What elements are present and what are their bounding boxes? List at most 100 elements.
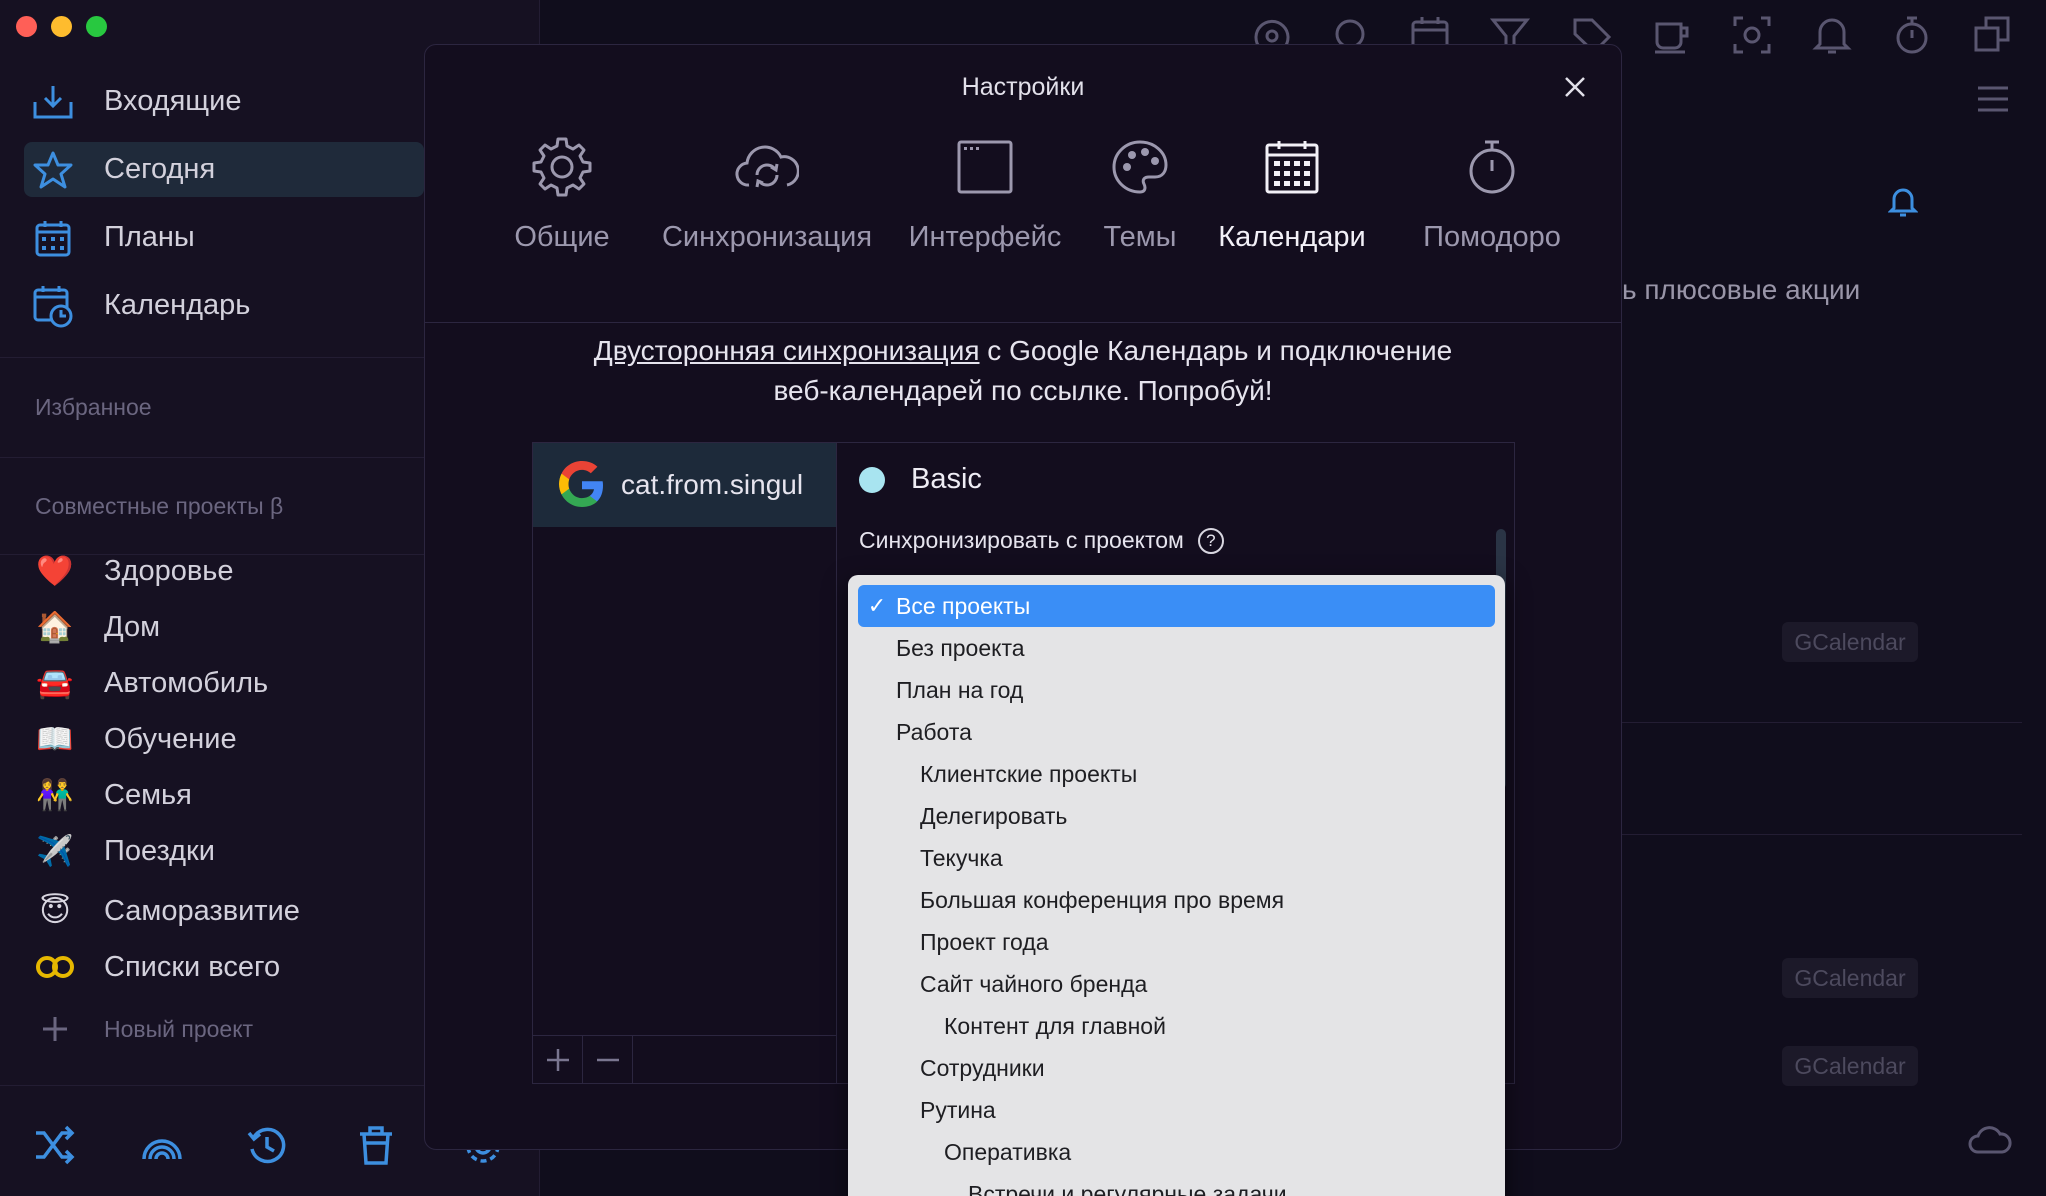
halo-face-icon: 😇 (39, 894, 71, 928)
promo-text: Двусторонняя синхронизация с Google Кале… (425, 331, 1621, 411)
tab-calendars[interactable]: Календари (1211, 127, 1373, 254)
project-dropdown-menu: ✓ Все проекты Без проекта План на год Раб… (848, 575, 1505, 1196)
dropdown-item-label: Встречи и регулярные задачи (968, 1180, 1287, 1196)
dropdown-item[interactable]: Делегировать (858, 795, 1495, 837)
shuffle-icon[interactable] (34, 1125, 76, 1165)
close-icon (1564, 76, 1586, 98)
settings-tabs: Общие Синхронизация Интерфейс Темы Кален… (425, 127, 1621, 323)
dropdown-item[interactable]: Текучка (858, 837, 1495, 879)
windows-icon[interactable] (1972, 14, 2012, 56)
checkmark-icon: ✓ (867, 593, 887, 618)
calendar-color-dot[interactable] (859, 466, 885, 493)
dropdown-item-label: Проект года (920, 928, 1049, 955)
project-label: Семья (104, 778, 192, 811)
dropdown-item-label: Оперативка (944, 1138, 1072, 1165)
calendar-row[interactable]: Basic (859, 463, 982, 496)
zoom-window-button[interactable] (86, 16, 107, 37)
promo-link[interactable]: Двусторонняя синхронизация (594, 335, 980, 366)
dropdown-item[interactable]: Контент для главной (858, 1005, 1495, 1047)
dropdown-item[interactable]: Клиентские проекты (858, 753, 1495, 795)
project-home[interactable]: 🏠 Дом (30, 602, 160, 652)
divider (1622, 722, 2022, 723)
close-window-button[interactable] (16, 16, 37, 37)
remove-account-button[interactable] (583, 1036, 633, 1084)
nav-inbox[interactable]: Входящие (24, 74, 424, 129)
nav-calendar[interactable]: Календарь (24, 278, 424, 333)
calendar-icon (1264, 127, 1320, 207)
tab-label: Помодоро (1423, 221, 1561, 253)
google-icon (557, 460, 607, 510)
minimize-window-button[interactable] (51, 16, 72, 37)
project-label: Автомобиль (104, 666, 269, 699)
sync-project-label: Синхронизировать с проектом ? (859, 527, 1224, 554)
sync-label-text: Синхронизировать с проектом (859, 527, 1184, 553)
broadcast-icon[interactable] (140, 1125, 184, 1165)
account-item[interactable]: cat.from.singul (533, 443, 836, 527)
tab-themes[interactable]: Темы (1089, 127, 1191, 254)
dropdown-item-label: Текучка (920, 844, 1003, 871)
dropdown-item-label: Делегировать (920, 802, 1068, 829)
dropdown-item[interactable]: Сайт чайного бренда (858, 963, 1495, 1005)
tab-interface[interactable]: Интерфейс (897, 127, 1073, 254)
project-selfdev[interactable]: 😇 Саморазвитие (30, 886, 300, 936)
plus-icon (30, 1008, 80, 1050)
dropdown-item[interactable]: Работа (858, 711, 1495, 753)
nav-today[interactable]: Сегодня (24, 142, 424, 197)
dropdown-item[interactable]: Большая конференция про время (858, 879, 1495, 921)
history-icon[interactable] (246, 1125, 288, 1167)
trash-icon[interactable] (358, 1125, 394, 1165)
project-lists[interactable]: Списки всего (30, 942, 280, 992)
nav-calendar-label: Календарь (104, 289, 251, 321)
menu-icon[interactable] (1976, 84, 2010, 114)
window-icon (956, 127, 1014, 207)
project-label: Обучение (104, 722, 237, 755)
cloud-icon[interactable] (1968, 1124, 2012, 1156)
favorites-heading: Избранное (35, 394, 152, 420)
bell-icon[interactable] (1812, 14, 1852, 56)
dropdown-item-label: Работа (896, 718, 972, 745)
close-button[interactable] (1559, 71, 1591, 103)
project-car[interactable]: 🚘 Автомобиль (30, 658, 268, 708)
tab-label: Интерфейс (908, 221, 1062, 253)
dropdown-item[interactable]: Сотрудники (858, 1047, 1495, 1089)
dropdown-item-label: Контент для главной (944, 1012, 1166, 1039)
nav-plans[interactable]: Планы (24, 210, 424, 265)
bell-icon[interactable] (1888, 186, 1918, 218)
divider (1622, 834, 2022, 835)
new-project-label: Новый проект (104, 1015, 254, 1042)
plus-icon (546, 1049, 569, 1071)
dropdown-item[interactable]: Рутина (858, 1089, 1495, 1131)
car-icon: 🚘 (36, 666, 74, 700)
nav-inbox-label: Входящие (104, 85, 242, 117)
tab-general[interactable]: Общие (489, 127, 635, 254)
project-health[interactable]: ❤️ Здоровье (30, 546, 233, 596)
coffee-icon[interactable] (1652, 14, 1692, 56)
stopwatch-icon[interactable] (1892, 14, 1932, 56)
focus-icon[interactable] (1732, 14, 1772, 56)
dropdown-item[interactable]: ✓ Все проекты (858, 585, 1495, 627)
modal-title: Настройки (961, 73, 1085, 101)
nav-today-label: Сегодня (104, 153, 216, 185)
gear-icon (531, 127, 593, 207)
add-account-button[interactable] (533, 1036, 583, 1084)
dropdown-item[interactable]: План на год (858, 669, 1495, 711)
dropdown-item[interactable]: Без проекта (858, 627, 1495, 669)
help-icon[interactable]: ? (1197, 527, 1224, 554)
tab-pomodoro[interactable]: Помодоро (1411, 127, 1573, 254)
project-learning[interactable]: 📖 Обучение (30, 714, 237, 764)
dropdown-item-label: Все проекты (896, 592, 1031, 619)
dropdown-item[interactable]: Встречи и регулярные задачи (858, 1173, 1495, 1196)
dropdown-item[interactable]: Проект года (858, 921, 1495, 963)
project-trips[interactable]: ✈️ Поездки (30, 826, 215, 876)
dropdown-item[interactable]: Оперативка (858, 1131, 1495, 1173)
new-project-button[interactable]: Новый проект (30, 1004, 253, 1054)
tab-sync[interactable]: Синхронизация (633, 127, 901, 254)
dropdown-item-label: Клиентские проекты (920, 760, 1138, 787)
promo-text-rest: с Google Календарь и подключение (979, 335, 1453, 366)
airplane-icon: ✈️ (36, 834, 74, 868)
palette-icon (1111, 127, 1169, 207)
minus-icon (596, 1058, 619, 1062)
account-list: cat.from.singul (533, 443, 837, 1084)
project-family[interactable]: 👫 Семья (30, 770, 192, 820)
cloud-sync-icon (735, 127, 799, 207)
